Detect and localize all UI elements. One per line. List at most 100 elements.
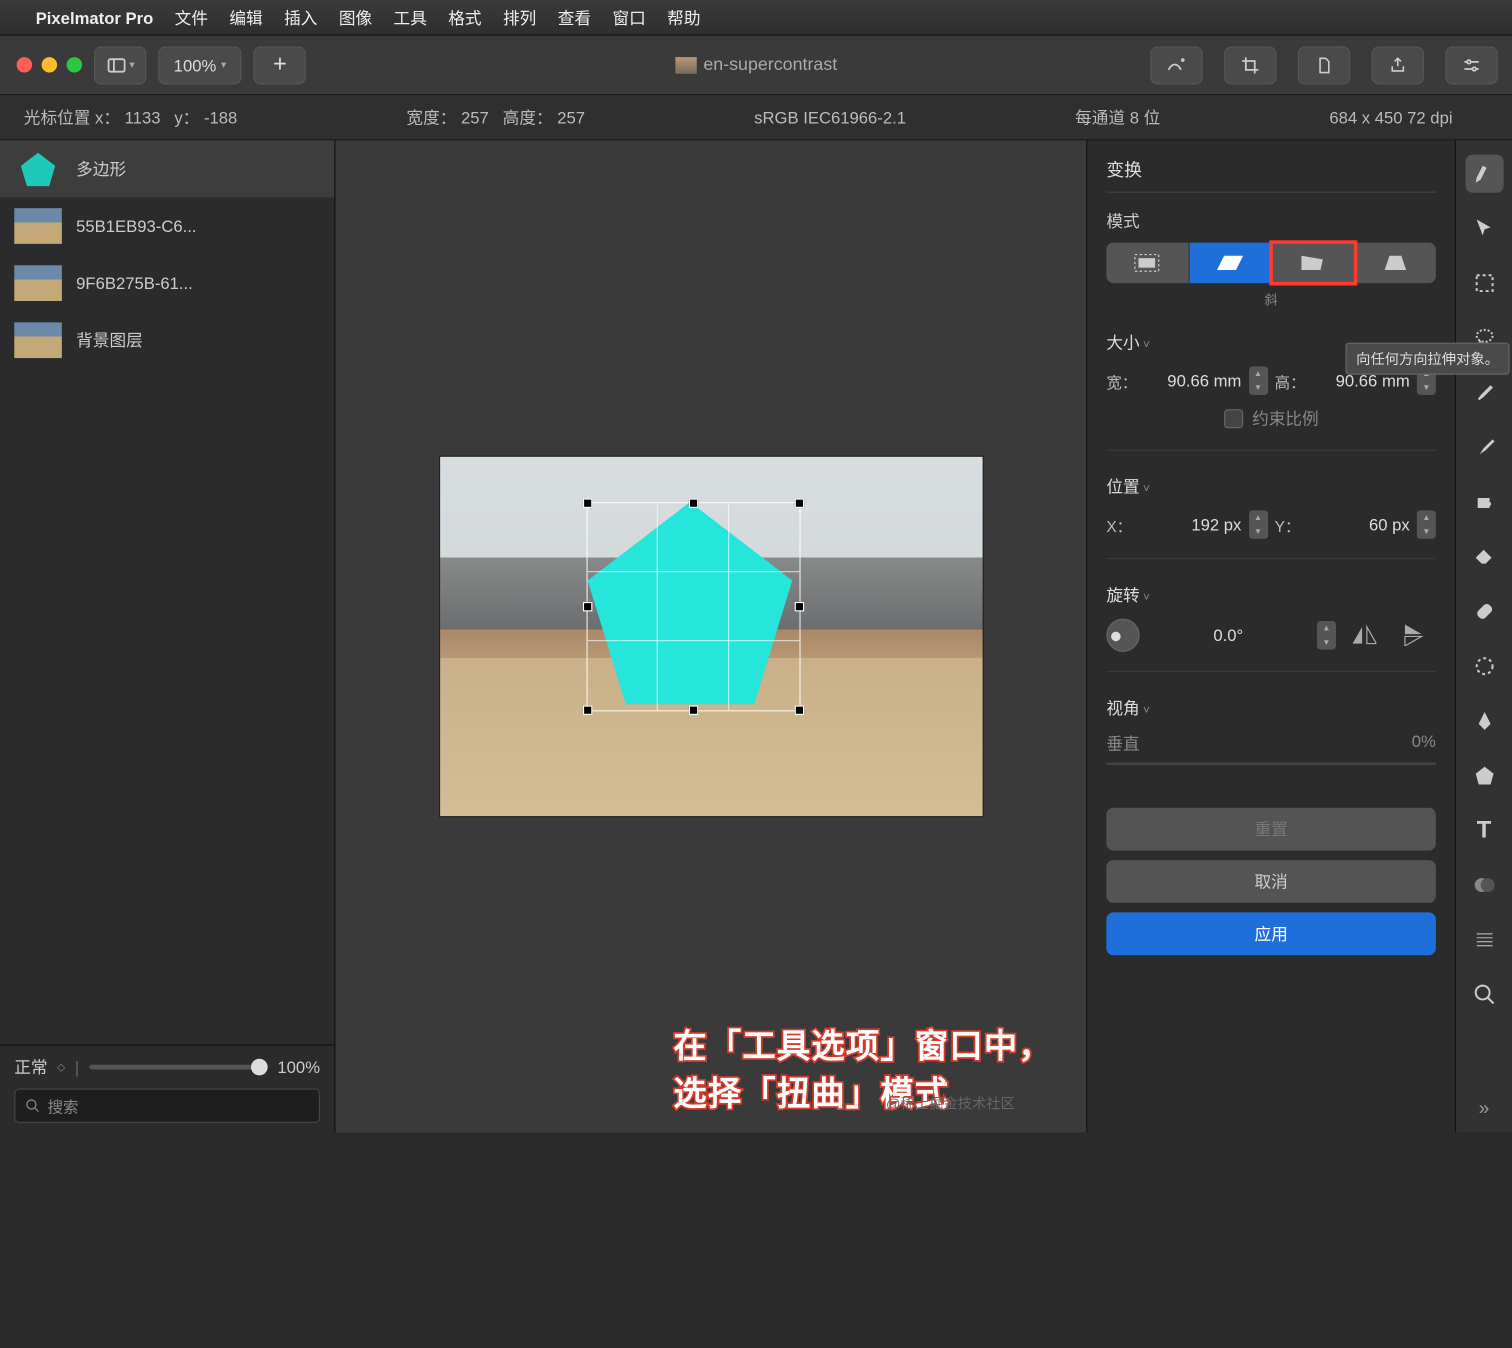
bit-depth: 每通道 8 位 [1075,105,1160,129]
cursor-x-value: 1133 [125,108,161,127]
perspective-v-label: 垂直 [1106,732,1139,756]
rotation-section-head[interactable]: 旋转 [1106,583,1436,607]
opacity-slider[interactable] [89,1065,268,1070]
menubar: Pixelmator Pro 文件 编辑 插入 图像 工具 格式 排列 查看 窗… [0,0,1512,36]
draw-button[interactable] [1150,46,1202,84]
layer-name: 背景图层 [76,328,143,352]
share-button[interactable] [1372,46,1424,84]
layer-name: 9F6B275B-61... [76,274,193,293]
perspective-section-head[interactable]: 视角 [1106,696,1436,720]
mode-caption: 斜 [1106,290,1436,309]
flip-horizontal-button[interactable] [1343,619,1386,652]
canvas-area[interactable]: 在「工具选项」窗口中，选择「扭曲」模式 @稀土掘金技术社区 [335,140,1086,1132]
fill-tool[interactable] [1465,483,1503,521]
eraser-tool[interactable] [1465,538,1503,576]
sel-height: 257 [557,108,585,127]
angle-stepper[interactable]: ▲▼ [1317,621,1336,650]
handle-ml[interactable] [582,602,592,612]
marquee-tool[interactable] [1465,264,1503,302]
angle-dial[interactable] [1106,619,1139,652]
layer-row[interactable]: 9F6B275B-61... [0,255,334,312]
add-button[interactable]: + [254,46,306,84]
blend-mode-dropdown[interactable]: 正常 [14,1055,47,1079]
layer-search-input[interactable]: 搜索 [14,1088,320,1122]
angle-field[interactable]: 0.0° [1147,626,1310,645]
pen-tool[interactable] [1465,702,1503,740]
mode-tooltip: 向任何方向拉伸对象。 [1345,343,1509,375]
perspective-slider[interactable] [1106,763,1436,765]
cursor-y-value: -188 [204,108,237,127]
watermark: @稀土掘金技术社区 [886,1093,1015,1113]
zoom-dropdown[interactable]: 100%▾ [158,46,242,84]
expand-tools-icon[interactable]: » [1479,1099,1490,1120]
menu-image[interactable]: 图像 [339,5,372,29]
layer-row[interactable]: 多边形 [0,140,334,197]
shape-tool[interactable] [1465,647,1503,685]
mode-skew-button[interactable] [1189,243,1272,283]
sel-width: 257 [461,108,489,127]
polygon-tool[interactable] [1465,757,1503,795]
menu-file[interactable]: 文件 [175,5,208,29]
x-field[interactable]: 192 px [1147,515,1242,534]
settings-button[interactable] [1445,46,1497,84]
handle-bm[interactable] [688,705,698,715]
menu-view[interactable]: 查看 [558,5,591,29]
handle-tl[interactable] [582,498,592,508]
text-tool[interactable]: T [1465,811,1503,849]
menu-tools[interactable]: 工具 [394,5,427,29]
cancel-button[interactable]: 取消 [1106,860,1436,903]
app-name[interactable]: Pixelmator Pro [36,8,154,27]
style-tool[interactable] [1465,155,1503,193]
cursor-x-label: 光标位置 x： [24,108,120,127]
x-label: X： [1106,513,1139,536]
x-stepper[interactable]: ▲▼ [1249,510,1268,539]
reset-button[interactable]: 重置 [1106,808,1436,851]
selection-box[interactable] [586,502,800,711]
minimize-window-icon[interactable] [42,57,57,72]
search-icon [25,1098,40,1113]
close-window-icon[interactable] [17,57,32,72]
mode-perspective-button[interactable] [1354,243,1435,283]
page-button[interactable] [1298,46,1350,84]
y-field[interactable]: 60 px [1315,515,1410,534]
eyedropper-tool[interactable] [1465,374,1503,412]
canvas[interactable] [440,457,982,816]
width-stepper[interactable]: ▲▼ [1249,366,1268,395]
fullscreen-window-icon[interactable] [67,57,82,72]
zoom-tool[interactable] [1465,975,1503,1013]
menu-arrange[interactable]: 排列 [503,5,536,29]
position-section-head[interactable]: 位置 [1106,475,1436,499]
layer-row[interactable]: 55B1EB93-C6... [0,197,334,254]
menu-edit[interactable]: 编辑 [229,5,262,29]
flip-vertical-button[interactable] [1393,619,1436,652]
handle-mr[interactable] [794,602,804,612]
layer-row[interactable]: 背景图层 [0,312,334,369]
info-bar: 光标位置 x： 1133 y： -188 宽度： 257 高度： 257 sRG… [0,95,1512,140]
handle-br[interactable] [794,705,804,715]
width-field[interactable]: 90.66 mm [1147,371,1242,390]
menu-format[interactable]: 格式 [448,5,481,29]
mode-segmented [1106,243,1436,283]
sidebar-toggle-button[interactable]: ▾ [94,46,146,84]
constrain-checkbox[interactable] [1224,409,1243,428]
mode-distort-button[interactable] [1272,243,1355,283]
layers-panel: 多边形 55B1EB93-C6... 9F6B275B-61... 背景图层 正… [0,140,335,1132]
handle-tm[interactable] [688,498,698,508]
apply-button[interactable]: 应用 [1106,912,1436,955]
menu-window[interactable]: 窗口 [612,5,645,29]
mode-resize-button[interactable] [1106,243,1189,283]
opacity-value: 100% [277,1058,320,1077]
arrow-tool[interactable] [1465,209,1503,247]
color-tool[interactable] [1465,866,1503,904]
handle-bl[interactable] [582,705,592,715]
crop-button[interactable] [1224,46,1276,84]
menu-help[interactable]: 帮助 [667,5,700,29]
heal-tool[interactable] [1465,592,1503,630]
y-stepper[interactable]: ▲▼ [1417,510,1436,539]
brush-tool[interactable] [1465,428,1503,466]
menu-insert[interactable]: 插入 [284,5,317,29]
handle-tr[interactable] [794,498,804,508]
gradient-tool[interactable] [1465,921,1503,959]
layer-thumb-icon [14,265,62,301]
perspective-v-value[interactable]: 0% [1412,732,1436,756]
